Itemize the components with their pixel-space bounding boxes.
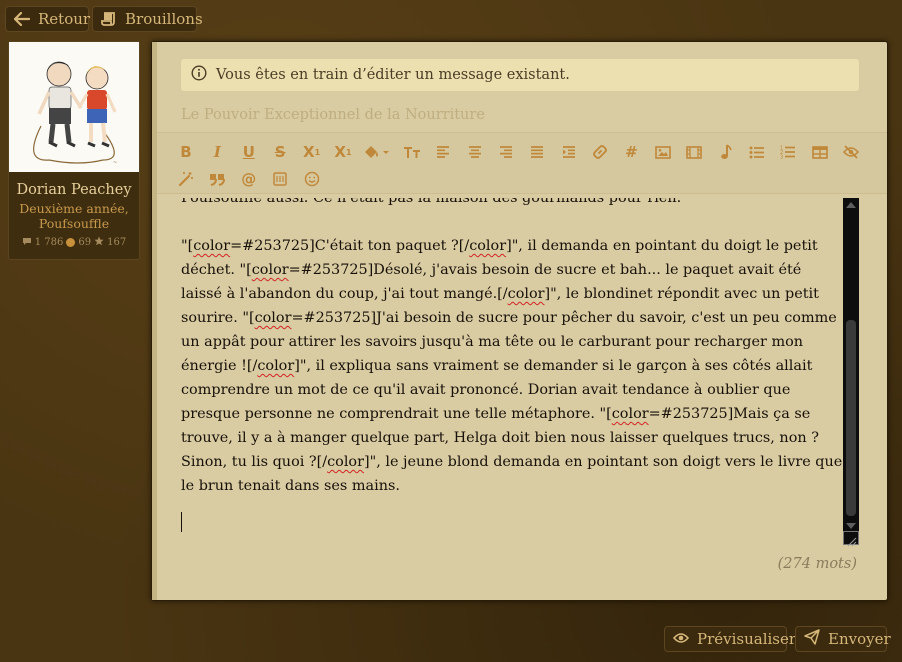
resize-grip[interactable] — [843, 531, 859, 547]
emoji-button[interactable] — [300, 168, 324, 190]
table-icon — [812, 145, 828, 159]
indent-button[interactable] — [557, 141, 581, 163]
align-right-icon — [499, 146, 512, 158]
author-stats: 1 786 69 167 — [9, 236, 139, 249]
effects-button[interactable] — [174, 168, 198, 190]
text-height-icon — [403, 147, 420, 158]
list-ul-icon — [749, 146, 765, 158]
justify-button[interactable] — [525, 141, 549, 163]
preview-label: Prévisualiser — [697, 630, 797, 648]
star-icon — [94, 236, 104, 249]
drafts-label: Brouillons — [125, 10, 203, 28]
underline-button[interactable]: U — [237, 141, 261, 163]
scroll-down-arrow[interactable] — [846, 523, 856, 529]
paper-plane-icon — [804, 629, 820, 649]
paragraph-cut: Poufsouffle aussi. Ce n'était pas la mai… — [181, 198, 682, 206]
align-left-icon — [437, 146, 450, 158]
preview-button[interactable]: Prévisualiser — [664, 626, 796, 652]
comment-icon — [22, 237, 32, 249]
hashtag-button[interactable]: # — [619, 141, 643, 163]
code-block-icon — [273, 172, 287, 186]
points-icon — [66, 238, 76, 247]
arrow-left-icon — [14, 12, 30, 26]
paragraph-main: "[color=#253725]C'était ton paquet ?[/co… — [181, 238, 843, 494]
paint-bucket-icon — [365, 146, 390, 158]
word-count: (274 mots) — [777, 556, 857, 572]
info-icon — [191, 65, 207, 85]
textarea-scrollbar[interactable] — [843, 198, 859, 547]
image-button[interactable] — [651, 141, 675, 163]
svg-text:3: 3 — [780, 155, 783, 160]
code-button[interactable] — [268, 168, 292, 190]
align-right-button[interactable] — [494, 141, 518, 163]
author-role: Deuxième année, Poufsouffle — [19, 201, 129, 231]
text-color-button[interactable] — [362, 141, 392, 163]
subscript-button[interactable]: X1 — [300, 141, 324, 163]
message-textarea[interactable]: Poufsouffle aussi. Ce n'était pas la mai… — [181, 198, 843, 545]
video-button[interactable] — [682, 141, 706, 163]
eye-slash-icon — [843, 145, 860, 159]
spoiler-button[interactable] — [839, 141, 863, 163]
align-justify-icon — [531, 146, 544, 158]
list-ol-icon: 123 — [780, 146, 796, 160]
back-button[interactable]: Retour — [5, 6, 91, 32]
edit-notice: Vous êtes en train d’éditer un message e… — [181, 59, 859, 91]
table-button[interactable] — [808, 141, 832, 163]
italic-button[interactable]: I — [205, 141, 229, 163]
bold-button[interactable]: B — [174, 141, 198, 163]
align-center-icon — [468, 146, 481, 158]
smiley-icon — [304, 171, 319, 187]
message-count: 1 786 — [34, 237, 64, 248]
points-count: 69 — [78, 237, 92, 248]
link-button[interactable] — [588, 141, 612, 163]
bullet-list-button[interactable] — [745, 141, 769, 163]
numbered-list-button[interactable]: 123 — [776, 141, 800, 163]
drafts-button[interactable]: Brouillons — [92, 6, 203, 32]
send-label: Envoyer — [828, 630, 891, 648]
superscript-button[interactable]: X1 — [331, 141, 355, 163]
back-label: Retour — [38, 10, 91, 28]
align-center-button[interactable] — [463, 141, 487, 163]
author-name[interactable]: Dorian Peachey — [9, 182, 139, 198]
avatar[interactable]: ~ — [9, 42, 139, 172]
svg-text:~: ~ — [113, 160, 117, 166]
scroll-up-arrow[interactable] — [846, 202, 856, 208]
music-button[interactable] — [714, 141, 738, 163]
strikethrough-button[interactable]: S — [268, 141, 292, 163]
star-count: 167 — [107, 237, 127, 248]
quote-icon — [210, 173, 226, 186]
indent-icon — [562, 146, 575, 158]
magic-wand-icon — [178, 172, 193, 187]
text-caret — [181, 512, 182, 532]
title-input[interactable]: Le Pouvoir Exceptionnel de la Nourriture — [181, 103, 859, 127]
quote-button[interactable] — [205, 168, 229, 190]
mention-button[interactable]: @ — [237, 168, 261, 190]
scrollbar-thumb[interactable] — [846, 320, 856, 516]
align-left-button[interactable] — [431, 141, 455, 163]
edit-notice-text: Vous êtes en train d’éditer un message e… — [216, 67, 570, 83]
formatting-toolbar: B I U S X1 X1 # 1 2 3 @ — [157, 132, 887, 194]
link-icon — [593, 145, 608, 159]
font-size-button[interactable] — [400, 141, 424, 163]
send-button[interactable]: Envoyer — [795, 626, 891, 652]
scroll-icon — [101, 12, 117, 26]
eye-icon — [672, 630, 690, 648]
film-icon — [686, 145, 703, 159]
author-profile-card: ~ Dorian Peachey Deuxième année, Poufsou… — [8, 41, 140, 260]
message-editor: Vous êtes en train d’éditer un message e… — [151, 41, 888, 601]
music-note-icon — [720, 144, 732, 159]
image-icon — [655, 145, 671, 159]
